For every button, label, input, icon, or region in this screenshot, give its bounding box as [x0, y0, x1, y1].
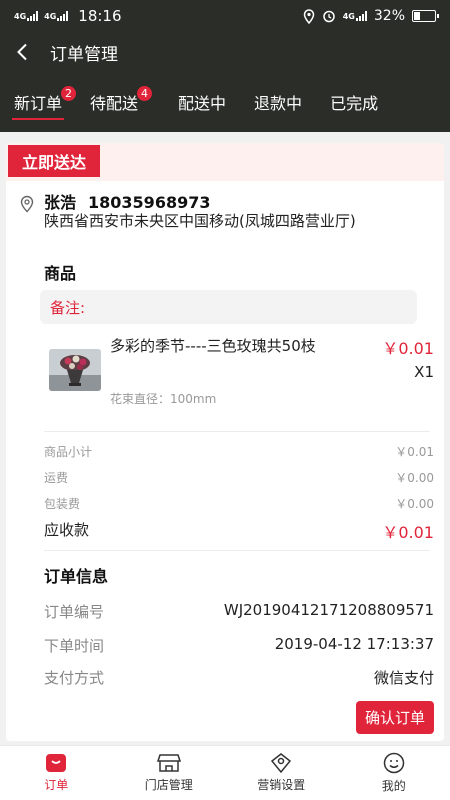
tab-label: 退款中	[254, 94, 303, 113]
delivery-banner: 立即送达	[6, 143, 444, 181]
info-value: 微信支付	[373, 669, 434, 687]
nav-label: 订单	[44, 778, 69, 792]
confirm-order-button[interactable]: 确认订单	[355, 701, 434, 734]
order-tabs: 新订单 2 待配送 4 配送中 退款中 已完成	[0, 72, 450, 132]
battery-percent: 32%	[373, 8, 405, 24]
network-bars-icon	[355, 11, 367, 21]
order-icon	[46, 754, 67, 772]
order-card: 立即送达 张浩 18035968973 陕西省西安市未央区中国移动(凤城四路营业厅…	[6, 143, 444, 741]
bottom-nav: 订单 门店管理 营销设置 我的	[0, 745, 450, 800]
total-row: 应收款 ￥0.01	[44, 519, 434, 543]
tab-pending-delivery[interactable]: 待配送 4	[90, 72, 153, 132]
network-indicator: 4G	[343, 11, 367, 21]
count-badge: 4	[137, 86, 153, 101]
alarm-icon	[322, 10, 335, 23]
app-header: 订单管理	[0, 32, 450, 72]
total-label: 应收款	[44, 521, 90, 539]
status-bar: 4G 4G 18:16 4G 32%	[0, 0, 450, 32]
marketing-icon	[271, 753, 292, 773]
fee-row-shipping: 运费 ￥0.00	[44, 469, 434, 486]
info-row-order-time: 下单时间 2019-04-12 17:13:37	[44, 635, 434, 656]
nav-orders[interactable]: 订单	[0, 746, 113, 800]
signal-bars-icon	[27, 11, 39, 21]
nav-profile[interactable]: 我的	[338, 746, 450, 800]
tab-delivering[interactable]: 配送中	[178, 72, 226, 132]
info-value: 2019-04-12 17:13:37	[274, 635, 434, 653]
customer-address: 陕西省西安市未央区中国移动(凤城四路营业厅)	[44, 212, 356, 230]
fee-value: ￥0.00	[395, 497, 434, 511]
delivery-tag: 立即送达	[8, 145, 101, 177]
remark-box: 备注:	[40, 290, 417, 324]
nav-label: 门店管理	[144, 778, 193, 792]
info-row-payment-method: 支付方式 微信支付	[44, 667, 434, 688]
fee-row-subtotal: 商品小计 ￥0.01	[44, 443, 434, 460]
nav-label: 我的	[381, 779, 406, 793]
fee-label: 运费	[44, 471, 69, 485]
signal-bars-icon	[57, 11, 69, 21]
order-info-title: 订单信息	[44, 567, 109, 586]
product-quantity: X1	[414, 363, 434, 381]
divider	[44, 431, 430, 432]
fee-label: 包装费	[44, 497, 81, 511]
product-thumbnail	[49, 349, 101, 391]
back-button[interactable]	[0, 32, 44, 72]
tab-new-orders[interactable]: 新订单 2	[11, 72, 77, 132]
product-price: ￥0.01	[382, 339, 434, 358]
nav-label: 营销设置	[257, 778, 306, 792]
fee-label: 商品小计	[44, 445, 93, 459]
signal-indicator-2: 4G	[44, 11, 69, 21]
nav-marketing-settings[interactable]: 营销设置	[225, 746, 338, 800]
info-label: 支付方式	[44, 669, 105, 687]
fee-value: ￥0.00	[395, 471, 434, 485]
total-value: ￥0.01	[382, 523, 434, 542]
tab-completed[interactable]: 已完成	[330, 72, 378, 132]
info-label: 订单编号	[44, 603, 105, 621]
tab-refunding[interactable]: 退款中	[254, 72, 302, 132]
tab-label: 新订单	[14, 94, 63, 113]
info-value: WJ20190412171208809571	[223, 601, 434, 619]
info-label: 下单时间	[44, 637, 105, 655]
store-icon	[156, 754, 181, 772]
chevron-left-icon	[17, 43, 27, 61]
tab-label: 已完成	[330, 94, 379, 113]
product-spec: 花束直径：100mm	[110, 392, 217, 406]
tab-label: 配送中	[178, 94, 227, 113]
profile-icon	[383, 752, 404, 774]
location-pin-icon	[20, 195, 34, 213]
fee-value: ￥0.01	[395, 445, 434, 459]
tab-label: 待配送	[90, 94, 139, 113]
location-icon	[303, 8, 314, 24]
product-name: 多彩的季节----三色玫瑰共50枝	[110, 337, 316, 355]
count-badge: 2	[61, 86, 77, 101]
fee-row-packing: 包装费 ￥0.00	[44, 495, 434, 512]
divider	[44, 550, 430, 551]
nav-store-management[interactable]: 门店管理	[113, 746, 226, 800]
page-title: 订单管理	[50, 44, 118, 65]
info-row-order-number: 订单编号 WJ20190412171208809571	[44, 601, 434, 622]
clock: 18:16	[78, 7, 122, 25]
goods-section-title: 商品	[44, 264, 77, 283]
product-item[interactable]: 多彩的季节----三色玫瑰共50枝 ￥0.01 X1 花束直径：100mm	[44, 333, 436, 418]
signal-indicator-1: 4G	[14, 11, 39, 21]
battery-icon	[412, 10, 439, 22]
